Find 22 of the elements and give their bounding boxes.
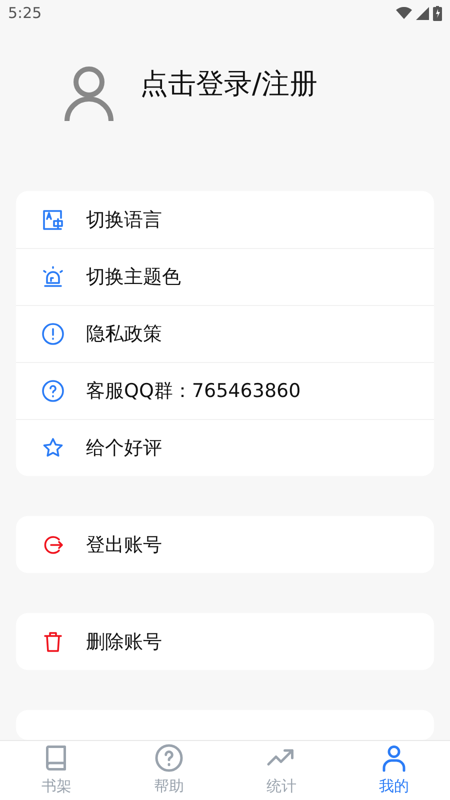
wifi-icon [396, 7, 412, 20]
battery-charging-icon [433, 6, 442, 21]
menu-label: 切换主题色 [86, 265, 181, 290]
menu-item[interactable]: 隐私政策 [16, 305, 434, 362]
menu-label: 隐私政策 [86, 322, 162, 348]
menu-item[interactable]: 客服QQ群：765463860 [16, 362, 434, 420]
nav-tab[interactable]: 我的 [338, 741, 450, 800]
menu-item[interactable]: 给个好评 [16, 419, 434, 476]
menu-label: 删除账号 [86, 630, 162, 655]
menu-label: 客服QQ群：765463860 [86, 379, 301, 404]
login-link[interactable]: 点击登录/注册 [140, 62, 318, 105]
status-time: 5:25 [8, 2, 42, 24]
menu-item[interactable]: 切换语言 [16, 191, 434, 248]
menu-label: 切换语言 [86, 208, 162, 233]
menu-label: 给个好评 [86, 436, 162, 462]
menu-item[interactable]: 切换主题色 [16, 248, 434, 306]
avatar-icon[interactable] [64, 66, 114, 122]
menu-label: 登出账号 [86, 532, 162, 558]
help-icon [154, 743, 184, 774]
signal-icon [416, 6, 429, 20]
menu-item[interactable]: 登出账号 [16, 516, 434, 574]
menu-item[interactable]: 删除账号 [16, 613, 434, 670]
